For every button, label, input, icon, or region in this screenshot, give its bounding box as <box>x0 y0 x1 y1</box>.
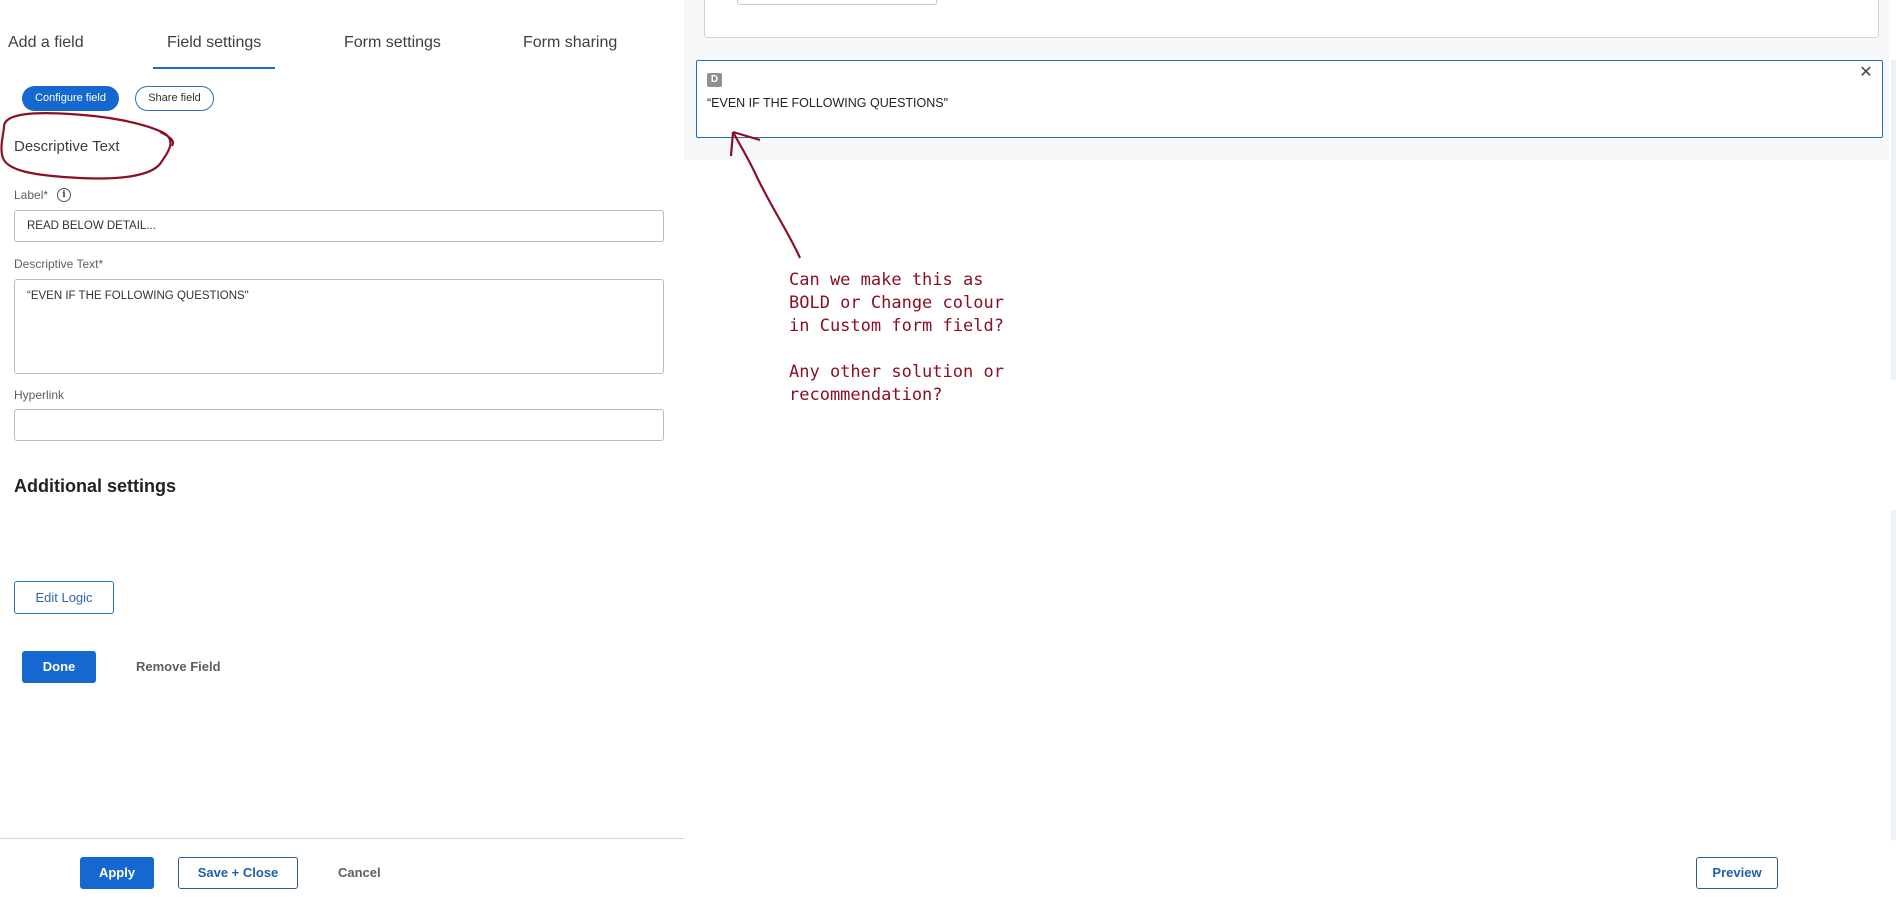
additional-settings-heading: Additional settings <box>14 476 176 496</box>
info-icon[interactable]: i <box>57 188 71 202</box>
descriptive-text-preview: “EVEN IF THE FOLLOWING QUESTIONS" <box>707 96 949 110</box>
field-settings-panel: Add a field Field settings Form settings… <box>0 0 684 897</box>
previous-field-card[interactable] <box>704 0 1879 38</box>
footer-divider <box>0 838 684 839</box>
cancel-button[interactable]: Cancel <box>338 865 381 880</box>
edit-logic-button[interactable]: Edit Logic <box>14 581 114 614</box>
hyperlink-label: Hyperlink <box>14 388 65 402</box>
label-field-label: Label* <box>14 188 49 202</box>
hyperlink-input[interactable] <box>14 409 664 441</box>
scrollbar-track[interactable] <box>1891 60 1896 380</box>
remove-field-button[interactable]: Remove Field <box>136 659 221 674</box>
descriptive-text-label: Descriptive Text* <box>14 257 104 271</box>
tab-add-a-field[interactable]: Add a field <box>8 34 84 52</box>
field-type-badge: D <box>707 73 722 87</box>
close-icon[interactable]: ✕ <box>1858 65 1874 81</box>
configure-field-button[interactable]: Configure field <box>22 86 119 111</box>
tab-form-settings[interactable]: Form settings <box>344 34 441 52</box>
selected-field-card[interactable]: D “EVEN IF THE FOLLOWING QUESTIONS" ✕ <box>696 60 1883 138</box>
field-type-title: Descriptive Text <box>14 138 120 155</box>
label-input[interactable]: READ BELOW DETAIL... <box>14 210 664 242</box>
previous-field-input <box>737 0 937 5</box>
descriptive-text-textarea[interactable]: “EVEN IF THE FOLLOWING QUESTIONS" <box>14 279 664 374</box>
tab-form-sharing[interactable]: Form sharing <box>523 34 617 52</box>
done-button[interactable]: Done <box>22 651 96 683</box>
scrollbar-track-lower[interactable] <box>1891 510 1896 840</box>
active-tab-indicator <box>153 67 275 69</box>
annotation-note: Can we make this as BOLD or Change colou… <box>789 270 1004 405</box>
apply-button[interactable]: Apply <box>80 857 154 889</box>
form-canvas: D “EVEN IF THE FOLLOWING QUESTIONS" ✕ Pr… <box>684 0 1896 897</box>
save-close-button[interactable]: Save + Close <box>178 857 298 889</box>
settings-tabs: Add a field Field settings Form settings… <box>0 0 684 70</box>
preview-button[interactable]: Preview <box>1696 857 1778 889</box>
share-field-button[interactable]: Share field <box>135 86 214 111</box>
tab-field-settings[interactable]: Field settings <box>167 34 261 52</box>
